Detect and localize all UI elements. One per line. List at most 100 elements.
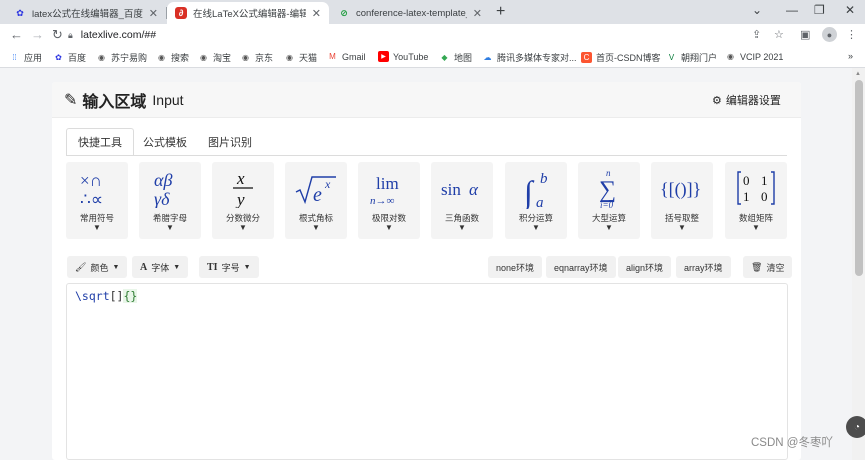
bookmark-maps[interactable]: ◆ 地图 <box>439 51 472 64</box>
address-bar[interactable]: 🔒︎ latexlive.com/## <box>68 26 748 44</box>
svg-text:0: 0 <box>743 173 750 188</box>
env-eqnarray-button[interactable]: eqnarray环境 <box>546 256 616 278</box>
browser-tab-baidu[interactable]: ✿ latex公式在线编辑器_百度搜索 ✕ <box>6 2 166 24</box>
bookmark-portal[interactable]: V 朝翔门户 <box>666 51 717 64</box>
overleaf-icon: ⊘ <box>340 7 348 18</box>
bookmark-jd[interactable]: ◉ 京东 <box>240 51 273 64</box>
tool-limit-log[interactable]: lim n→∞ 极限对数 ▼ <box>358 162 420 239</box>
restore-icon[interactable]: ❐ <box>814 3 825 17</box>
globe-icon: ◉ <box>286 53 293 62</box>
bookmark-tmall[interactable]: ◉ 天猫 <box>284 51 317 64</box>
clear-button[interactable]: 🗑︎ 清空 <box>743 256 793 278</box>
env-none-button[interactable]: none环境 <box>488 256 543 278</box>
caret-down-icon: ▼ <box>385 223 393 232</box>
globe-icon: ◉ <box>242 53 249 62</box>
close-icon[interactable]: ✕ <box>149 7 158 20</box>
latex-code-line[interactable]: \sqrt[]{} <box>75 289 138 303</box>
trash-icon: 🗑︎ <box>751 261 763 272</box>
tab-title: latex公式在线编辑器_百度搜索 <box>32 9 143 20</box>
caret-down-icon: ▼ <box>458 223 466 232</box>
forward-arrow-icon[interactable]: → <box>31 27 44 42</box>
panel-title: ✎ 输入区域 Input <box>64 88 184 112</box>
caret-down-icon: ▼ <box>312 223 320 232</box>
bookmark-label: 朝翔门户 <box>681 53 718 63</box>
side-panel-icon[interactable]: ▣ <box>800 28 810 41</box>
edit-icon: ✎ <box>64 92 78 109</box>
gear-icon: ⚙ <box>712 94 722 107</box>
tool-large-operators[interactable]: n ∑ i=0 大型运算 ▼ <box>578 162 640 239</box>
integral-icon: ∫ b a <box>505 168 567 209</box>
clear-label: 清空 <box>766 262 785 273</box>
font-dropdown[interactable]: A 字体 ▼ <box>132 256 189 278</box>
window-close-icon[interactable]: ✕ <box>845 3 855 17</box>
svg-text:{[()]}: {[()]} <box>660 179 701 200</box>
brush-icon: 🖌︎ <box>75 261 87 272</box>
bookmark-tencent[interactable]: ☁ 腾讯多媒体专家对... <box>482 51 577 64</box>
profile-avatar-icon[interactable]: ● <box>822 27 837 42</box>
env-align-button[interactable]: align环境 <box>618 256 672 278</box>
more-menu-icon[interactable]: ⋮ <box>846 28 857 41</box>
bookmark-label: Gmail <box>342 51 366 62</box>
font-size-dropdown[interactable]: TI 字号 ▼ <box>199 256 259 278</box>
back-arrow-icon[interactable]: ← <box>10 27 23 42</box>
bookmark-taobao[interactable]: ◉ 淘宝 <box>198 51 231 64</box>
caret-down-icon: ▼ <box>93 223 101 232</box>
color-dropdown[interactable]: 🖌︎ 颜色 ▼ <box>67 256 128 278</box>
tool-greek-letters[interactable]: αβ γδ 希腊字母 ▼ <box>139 162 201 239</box>
editor-settings-label: 编辑器设置 <box>725 95 781 107</box>
latex-editor[interactable] <box>66 283 788 460</box>
tab-formula-templates[interactable]: 公式模板 <box>132 128 198 156</box>
baidu-icon: ✿ <box>55 53 62 62</box>
tool-common-symbols[interactable]: ×∩ ∴∝ 常用符号 ▼ <box>66 162 128 239</box>
caret-down-icon: ▼ <box>605 223 613 232</box>
baidu-icon: ✿ <box>16 7 24 18</box>
bookmark-apps[interactable]: ⁞⁞ 应用 <box>9 51 42 64</box>
reload-icon[interactable]: ↻ <box>52 27 63 43</box>
assistant-bubble-icon[interactable]: ◔ <box>846 416 865 438</box>
bookmark-csdn[interactable]: C 首页-CSDN博客 <box>581 51 661 64</box>
minimize-icon[interactable]: — <box>786 3 798 17</box>
bookmarks-overflow-icon[interactable]: » <box>848 51 853 61</box>
trig-icon: sin α <box>431 168 493 208</box>
bookmark-search[interactable]: ◉ 搜索 <box>156 51 189 64</box>
bookmark-label: VCIP 2021 <box>740 51 784 62</box>
tab-quick-tools[interactable]: 快捷工具 <box>66 128 134 156</box>
share-icon[interactable]: ⇪ <box>752 28 761 41</box>
tab-search-chevron-icon[interactable]: ⌄ <box>752 3 762 17</box>
panel-title-zh: 输入区域 <box>82 94 147 111</box>
bookmark-suning[interactable]: ◉ 苏宁易购 <box>96 51 147 64</box>
close-icon[interactable]: ✕ <box>473 7 482 20</box>
editor-settings-button[interactable]: ⚙ 编辑器设置 <box>706 89 787 111</box>
tool-brackets[interactable]: {[()]} 括号取整 ▼ <box>651 162 713 239</box>
svg-text:b: b <box>540 171 548 187</box>
browser-tab-latexlive[interactable]: ∂ 在线LaTeX公式编辑器-编辑器 ✕ <box>167 2 329 24</box>
svg-text:i=0: i=0 <box>600 200 614 210</box>
globe-icon: ◉ <box>727 52 734 61</box>
svg-text:∴∝: ∴∝ <box>80 190 103 208</box>
bookmark-youtube[interactable]: ▶ YouTube <box>378 51 428 62</box>
bookmark-label: 地图 <box>454 53 473 63</box>
tool-radical-subscript[interactable]: ex 根式角标 ▼ <box>285 162 347 239</box>
summation-icon: n ∑ i=0 <box>578 168 640 210</box>
tool-integral[interactable]: ∫ b a 积分运算 ▼ <box>505 162 567 239</box>
bookmark-gmail[interactable]: M Gmail <box>327 51 366 62</box>
tab-image-recognition[interactable]: 图片识别 <box>197 128 263 156</box>
tab-title: 在线LaTeX公式编辑器-编辑器 <box>193 9 306 20</box>
close-icon[interactable]: ✕ <box>312 7 321 20</box>
bookmark-vcip[interactable]: ◉ VCIP 2021 <box>725 51 783 62</box>
tool-trig-functions[interactable]: sin α 三角函数 ▼ <box>431 162 493 239</box>
latex-brackets: [] <box>109 289 124 303</box>
browser-tab-conference[interactable]: ⊘ conference-latex-template_10 ✕ <box>330 2 490 24</box>
bookmark-label: 百度 <box>68 53 87 63</box>
scroll-up-arrow-icon[interactable]: ▲ <box>855 71 861 77</box>
new-tab-icon[interactable]: + <box>496 3 505 21</box>
bookmark-baidu[interactable]: ✿ 百度 <box>53 51 86 64</box>
page-scrollbar-thumb[interactable] <box>855 80 863 276</box>
caret-down-icon: ▼ <box>532 223 540 232</box>
tool-array-matrix[interactable]: 0110 数组矩阵 ▼ <box>725 162 787 239</box>
csdn-icon: C <box>581 52 592 63</box>
url-text: latexlive.com/## <box>80 29 157 41</box>
bookmark-star-icon[interactable]: ☆ <box>774 28 784 41</box>
tool-fraction-differential[interactable]: xy 分数微分 ▼ <box>212 162 274 239</box>
env-array-button[interactable]: array环境 <box>676 256 731 278</box>
